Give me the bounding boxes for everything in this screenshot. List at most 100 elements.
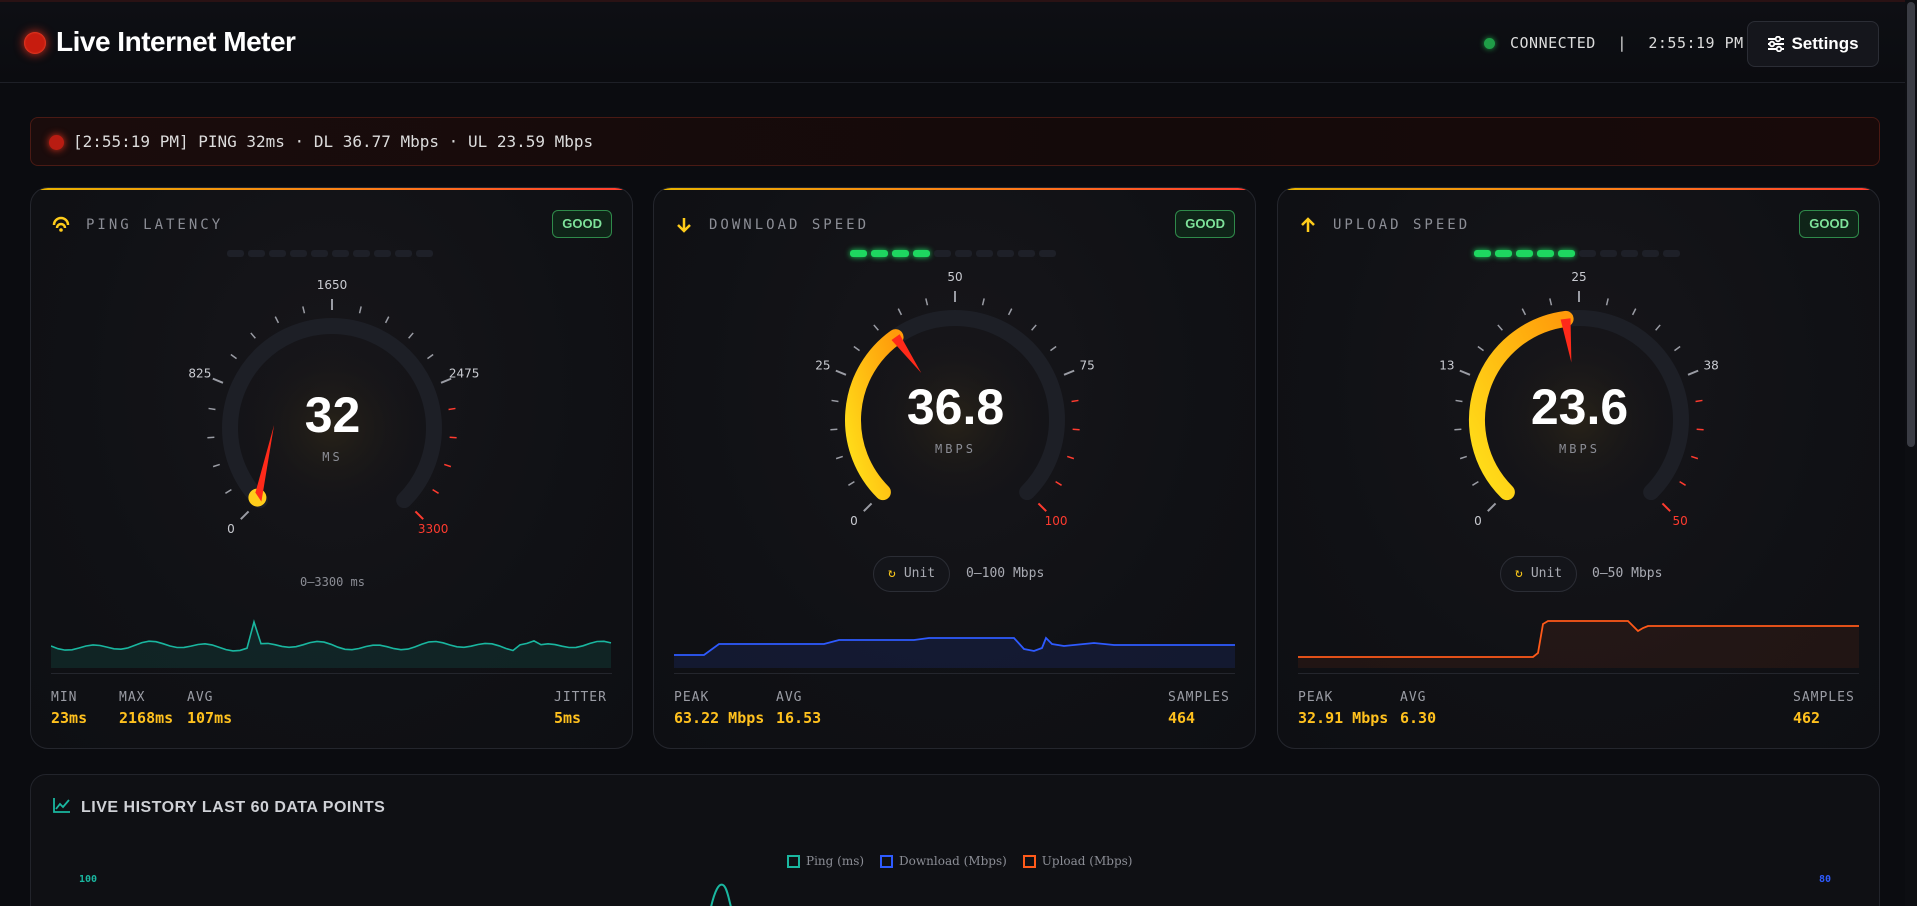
stat-value: 462 [1793,709,1821,727]
gauge-tick-label: 0 [850,514,858,528]
ping-unit: MS [322,450,343,464]
stat-label: AVG [776,690,803,705]
stat-label: SAMPLES [1793,690,1855,705]
gauge-tick [1631,308,1637,316]
history-panel: LIVE HISTORY LAST 60 DATA POINTS Ping (m… [30,774,1880,906]
gauge-tick [1007,308,1013,316]
scrollbar-thumb[interactable] [1907,2,1915,447]
gauge-tick [1655,324,1661,331]
upload-sparkline [1298,620,1859,668]
gauge-tick [863,502,873,512]
gauge-tick [835,455,844,460]
clock: 2:55:19 PM [1648,34,1744,52]
gauge-tick-label: 75 [1079,358,1094,372]
gauge-tick [1661,502,1671,512]
ping-range: 0–3300 ms [299,575,366,589]
download-stat-peak: PEAK 63.22 Mbps [674,690,764,727]
download-unit-row: ↻ Unit 0–100 Mbps [654,556,1255,592]
page-scrollbar[interactable] [1905,0,1917,906]
app-header: Live Internet Meter CONNECTED | 2:55:19 … [0,0,1917,83]
gauge-tick [230,353,237,360]
gauge-tick [1497,324,1503,331]
gauge-tick [981,298,985,306]
history-ping-line [710,883,732,906]
stat-label: PEAK [674,690,710,705]
ping-divider [51,673,612,674]
gauge-tick [1050,345,1057,352]
history-chart [710,883,732,906]
stat-value: 63.22 Mbps [674,709,765,727]
stat-value: 6.30 [1400,709,1437,727]
gauge-tick [1674,345,1681,352]
gauge-tick [1487,502,1497,512]
upload-gauge: 0 13 25 38 50 [1439,270,1719,528]
download-range: 0–100 Mbps [966,566,1045,581]
stat-value: 464 [1168,709,1196,727]
gauge-tick-label: 0 [1474,514,1482,528]
gauge-tick-label: 25 [815,358,830,372]
unit-button-label: Unit [903,566,936,581]
gauge-tick-label: 100 [1045,514,1068,528]
stat-value: 5ms [554,709,582,727]
gauge-tick-label: 38 [1703,358,1718,372]
stat-label: AVG [1400,690,1427,705]
gauge-tick-label: 0 [227,522,235,536]
gauge-tick [1690,455,1699,460]
gauge-tick [1549,298,1553,306]
gauge-tick [897,308,903,316]
gauge-tick [1055,481,1062,486]
ping-stat-avg: AVG 107ms [187,690,232,727]
refresh-icon: ↻ [1515,566,1523,581]
banner-live-icon [49,135,64,150]
gauge-tick [1521,308,1527,316]
download-sparkline [674,636,1235,668]
upload-divider [1298,673,1859,674]
gauge-tick [1679,481,1686,486]
gauge-tick [427,353,434,360]
gauge-tick-label: 1650 [317,278,348,292]
live-status-banner: [2:55:19 PM] PING 32ms · DL 36.77 Mbps ·… [30,117,1880,166]
upload-unit: MBPS [1559,442,1600,456]
gauge-tick [302,306,306,314]
ping-sparkline [51,619,612,668]
upload-unit-button[interactable]: ↻ Unit [1500,556,1578,592]
gauge-tick [212,463,221,468]
gauge-tick [212,377,224,384]
gauge-tick-label: 25 [1571,270,1586,284]
upload-unit-row: ↻ Unit 0–50 Mbps [1278,556,1879,592]
sliders-icon [1768,36,1785,52]
stat-value: 2168ms [119,709,174,727]
download-divider [674,673,1235,674]
settings-button[interactable]: Settings [1747,21,1879,67]
gauge-tick-label: 825 [188,366,211,380]
gauge-tick [240,510,250,520]
gauge-tick [1459,369,1471,376]
gauge-tick-label: 50 [947,270,962,284]
gauge-tick [225,489,232,494]
gauge-tick [853,345,860,352]
upload-stat-samples: SAMPLES 462 [1793,690,1855,727]
gauge-tick [925,298,929,306]
connection-status-icon [1484,38,1495,49]
ping-stat-min: MIN 23ms [51,690,87,727]
stat-label: SAMPLES [1168,690,1230,705]
gauge-tick [873,324,879,331]
download-unit-button[interactable]: ↻ Unit [873,556,951,592]
connection-status-text: CONNECTED [1510,34,1596,52]
refresh-icon: ↻ [888,566,896,581]
upload-range: 0–50 Mbps [1592,566,1663,581]
stat-value: 107ms [187,709,233,727]
gauge-tick [1605,298,1609,306]
connection-status: CONNECTED | 2:55:19 PM [1510,34,1744,52]
gauge-tick [358,306,362,314]
ping-stat-jitter: JITTER 5ms [554,690,607,727]
stat-value: 23ms [51,709,88,727]
gauge-tick [1459,455,1468,460]
ping-card: PING LATENCY GOOD 0 825 1650 2475 3300 32 MS… [30,187,633,749]
upload-value: 23.6 [1530,379,1629,435]
ping-gauge: 0 825 1650 2475 3300 [188,278,479,536]
status-separator: | [1617,34,1627,52]
gauge-tick-label: 3300 [418,522,449,536]
stat-label: JITTER [554,690,607,705]
gauge-tick-label: 50 [1672,514,1687,528]
